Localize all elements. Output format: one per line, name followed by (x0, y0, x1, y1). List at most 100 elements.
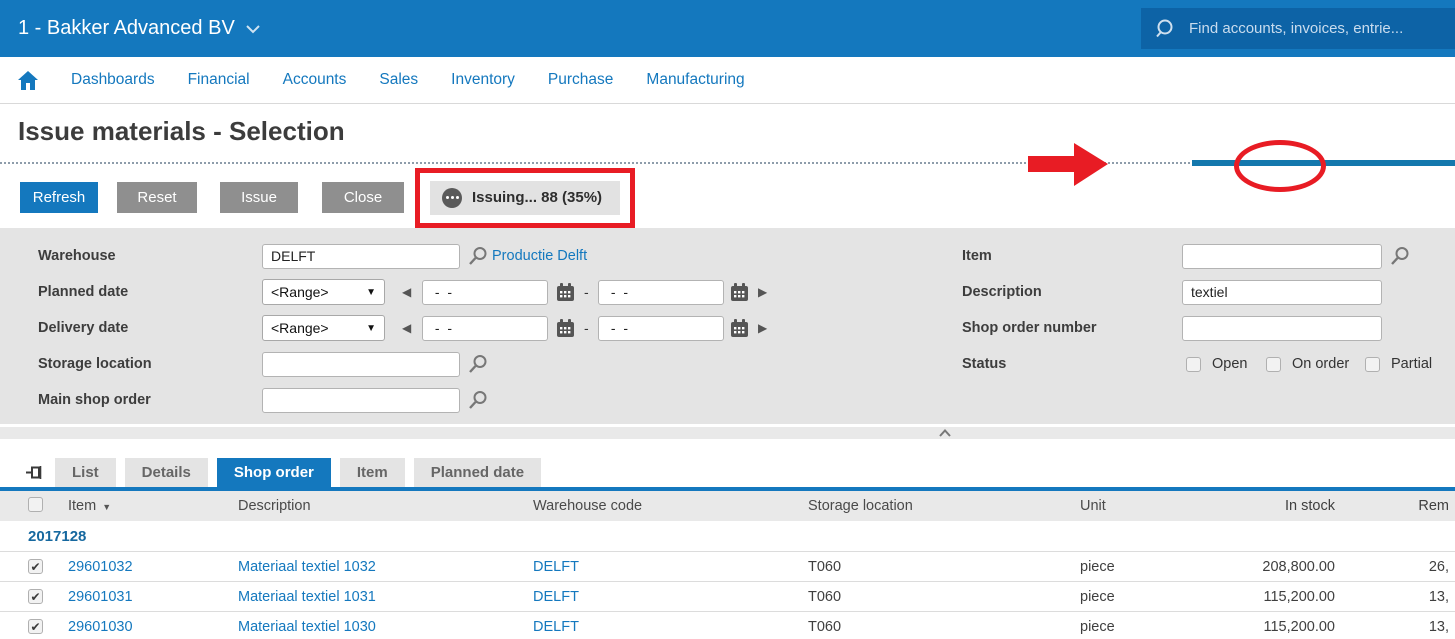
status-partial-label: Partial (1391, 356, 1432, 372)
pin-icon[interactable] (26, 464, 43, 481)
refresh-button[interactable]: Refresh (20, 182, 98, 213)
nav-item-purchase[interactable]: Purchase (548, 71, 613, 89)
select-all-checkbox[interactable] (28, 497, 43, 512)
remaining-cell: 26, (1345, 559, 1455, 575)
nav-item-dashboards[interactable]: Dashboards (71, 71, 155, 89)
description-link[interactable]: Materiaal textiel 1031 (225, 589, 520, 605)
warehouse-link[interactable]: DELFT (520, 559, 795, 575)
description-label: Description (962, 284, 1042, 300)
tab-list[interactable]: List (55, 458, 116, 487)
main-shop-order-search-icon[interactable] (468, 390, 488, 410)
issuing-progress: Issuing... 88 (35%) (430, 181, 620, 215)
tab-planned-date-label: Planned date (431, 464, 524, 481)
tab-details[interactable]: Details (125, 458, 208, 487)
issuing-status-text: Issuing... 88 (35%) (472, 189, 602, 206)
col-remaining[interactable]: Rem (1345, 498, 1455, 514)
nav-item-accounts[interactable]: Accounts (283, 71, 347, 89)
in-stock-cell: 115,200.00 (1212, 589, 1345, 605)
row-checkbox[interactable]: ✔ (28, 619, 43, 634)
nav-item-manufacturing[interactable]: Manufacturing (646, 71, 744, 89)
tab-shop-order-label: Shop order (234, 464, 314, 481)
item-link[interactable]: 29601030 (55, 619, 225, 635)
shop-order-number-label: Shop order number (962, 320, 1097, 336)
tab-shop-order[interactable]: Shop order (217, 458, 331, 487)
annotation-box: Issuing... 88 (35%) (415, 168, 635, 228)
status-on-order-checkbox[interactable] (1266, 357, 1281, 372)
tab-item[interactable]: Item (340, 458, 405, 487)
item-link[interactable]: 29601032 (55, 559, 225, 575)
table-row: ✔ 29601032 Materiaal textiel 1032 DELFT … (0, 551, 1455, 581)
storage-cell: T060 (795, 619, 1067, 635)
home-icon[interactable] (18, 71, 38, 90)
in-stock-cell: 208,800.00 (1212, 559, 1345, 575)
filter-panel: Warehouse Productie Delft Planned date <… (0, 228, 1455, 424)
status-partial-checkbox[interactable] (1365, 357, 1380, 372)
search-input[interactable] (1189, 20, 1439, 37)
in-stock-cell: 115,200.00 (1212, 619, 1345, 635)
company-name: 1 - Bakker Advanced BV (18, 17, 235, 40)
annotation-arrow-icon (1028, 143, 1108, 187)
col-item[interactable]: Item▼ (55, 498, 225, 514)
nav-item-financial[interactable]: Financial (188, 71, 250, 89)
main-shop-order-label: Main shop order (38, 392, 151, 408)
reset-button[interactable]: Reset (117, 182, 197, 213)
page-title: Issue materials - Selection (18, 116, 345, 147)
global-search (1141, 8, 1455, 49)
nav-item-inventory[interactable]: Inventory (451, 71, 515, 89)
group-header-row[interactable]: 2017128 (0, 521, 1455, 551)
top-bar: 1 - Bakker Advanced BV (0, 0, 1455, 57)
unit-cell: piece (1067, 589, 1212, 605)
chevron-down-icon (245, 24, 261, 34)
shop-order-number-input[interactable] (1182, 316, 1382, 341)
storage-cell: T060 (795, 559, 1067, 575)
row-checkbox[interactable]: ✔ (28, 559, 43, 574)
item-search-icon[interactable] (1390, 246, 1410, 266)
nav-item-sales[interactable]: Sales (379, 71, 418, 89)
remaining-cell: 13, (1345, 619, 1455, 635)
close-button[interactable]: Close (322, 182, 404, 213)
search-icon (1155, 18, 1177, 40)
table-row: ✔ 29601031 Materiaal textiel 1031 DELFT … (0, 581, 1455, 611)
col-storage-location[interactable]: Storage location (795, 498, 1067, 514)
tab-planned-date[interactable]: Planned date (414, 458, 541, 487)
filter-collapse-bar[interactable] (0, 427, 1455, 439)
annotation-ellipse (1234, 140, 1326, 192)
main-shop-order-input[interactable] (262, 388, 460, 413)
company-selector[interactable]: 1 - Bakker Advanced BV (18, 17, 261, 40)
remaining-cell: 13, (1345, 589, 1455, 605)
tab-item-label: Item (357, 464, 388, 481)
tab-list-label: List (72, 464, 99, 481)
status-open-checkbox[interactable] (1186, 357, 1201, 372)
col-unit[interactable]: Unit (1067, 498, 1212, 514)
row-checkbox[interactable]: ✔ (28, 589, 43, 604)
description-link[interactable]: Materiaal textiel 1030 (225, 619, 520, 635)
warehouse-link[interactable]: DELFT (520, 589, 795, 605)
title-separator (0, 162, 1190, 164)
issue-button[interactable]: Issue (220, 182, 298, 213)
storage-cell: T060 (795, 589, 1067, 605)
busy-spinner-icon (442, 188, 462, 208)
main-nav: Dashboards Financial Accounts Sales Inve… (0, 57, 1455, 104)
chevron-up-icon (938, 429, 952, 437)
unit-cell: piece (1067, 559, 1212, 575)
item-link[interactable]: 29601031 (55, 589, 225, 605)
item-label: Item (962, 248, 992, 264)
col-description[interactable]: Description (225, 498, 520, 514)
issue-materials-page: 1 - Bakker Advanced BV Dashboards Financ… (0, 0, 1455, 639)
table-row: ✔ 29601030 Materiaal textiel 1030 DELFT … (0, 611, 1455, 639)
col-in-stock[interactable]: In stock (1212, 498, 1345, 514)
unit-cell: piece (1067, 619, 1212, 635)
description-input[interactable] (1182, 280, 1382, 305)
view-tabs: List Details Shop order Item Planned dat… (0, 458, 1455, 487)
status-open-label: Open (1212, 356, 1247, 372)
description-link[interactable]: Materiaal textiel 1032 (225, 559, 520, 575)
tab-details-label: Details (142, 464, 191, 481)
status-on-order-label: On order (1292, 356, 1349, 372)
status-label: Status (962, 356, 1006, 372)
materials-table: Item▼ Description Warehouse code Storage… (0, 491, 1455, 639)
col-warehouse-code[interactable]: Warehouse code (520, 498, 795, 514)
toolbar: Refresh Reset Issue Close Issuing... 88 … (20, 173, 635, 222)
warehouse-link[interactable]: DELFT (520, 619, 795, 635)
sort-desc-icon: ▼ (102, 502, 111, 512)
item-input[interactable] (1182, 244, 1382, 269)
